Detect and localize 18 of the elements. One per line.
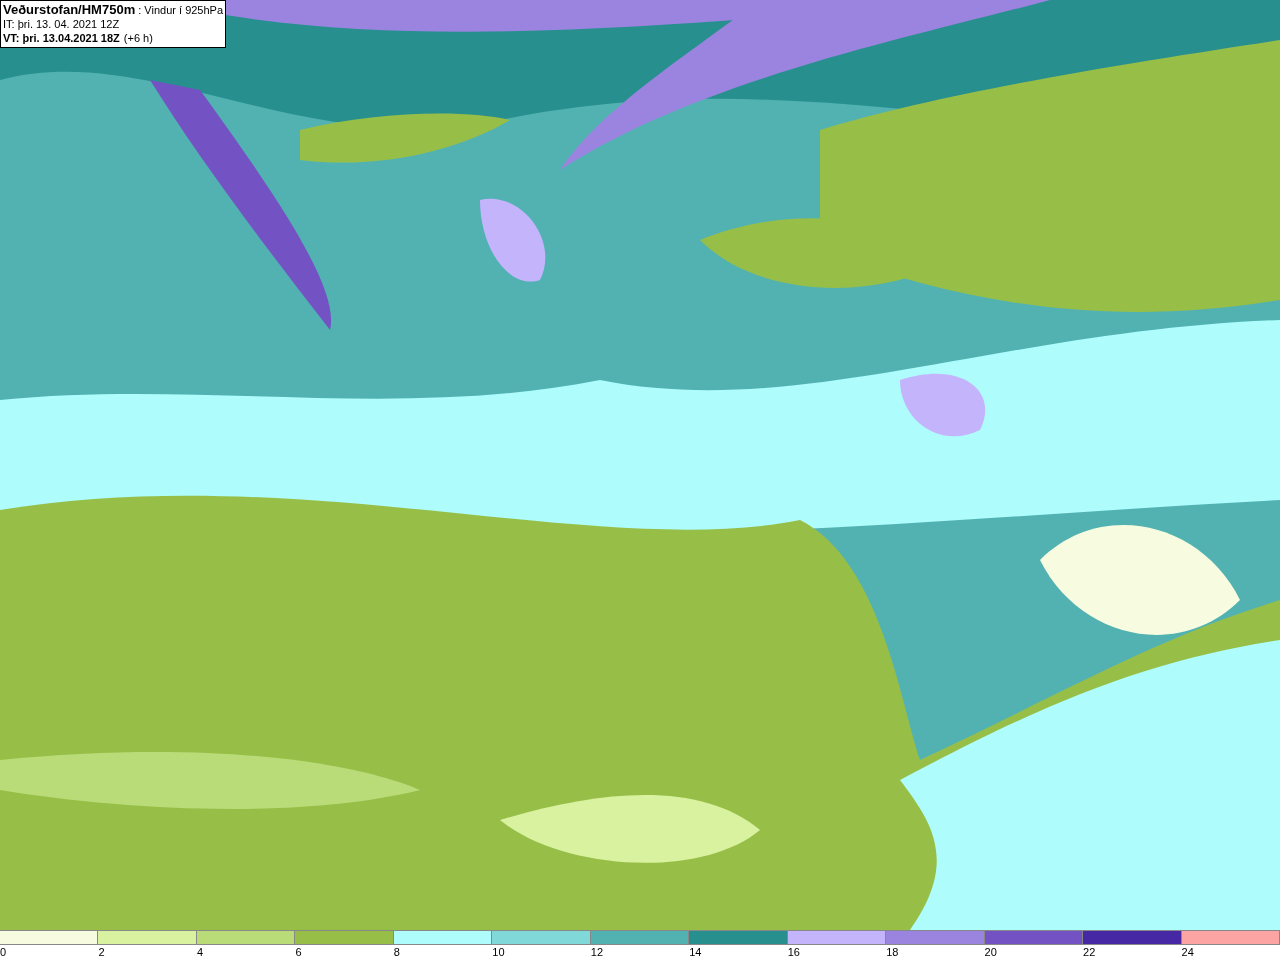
legend-label: 12 [590,945,603,960]
legend-label: 14 [689,945,702,960]
legend-label: 22 [1083,945,1096,960]
legend-label: 24 [1181,945,1194,960]
legend-label: 0 [0,945,7,960]
field-subtitle: : Vindur í 925hPa [137,3,224,17]
legend-label: 18 [886,945,899,960]
legend-label: 6 [295,945,302,960]
legend-label: 20 [984,945,997,960]
model-title: Veðurstofan/HM750m [3,3,136,17]
valid-time: VT: þri. 13.04.2021 18Z [3,31,120,45]
legend-label: 16 [787,945,800,960]
legend-label: 4 [196,945,204,960]
forecast-offset: (+6 h) [123,31,153,45]
legend-label: 10 [492,945,505,960]
issue-time: IT: þri. 13. 04. 2021 12Z [3,17,121,31]
legend-label: 8 [393,945,400,960]
legend-label: 2 [98,945,105,960]
